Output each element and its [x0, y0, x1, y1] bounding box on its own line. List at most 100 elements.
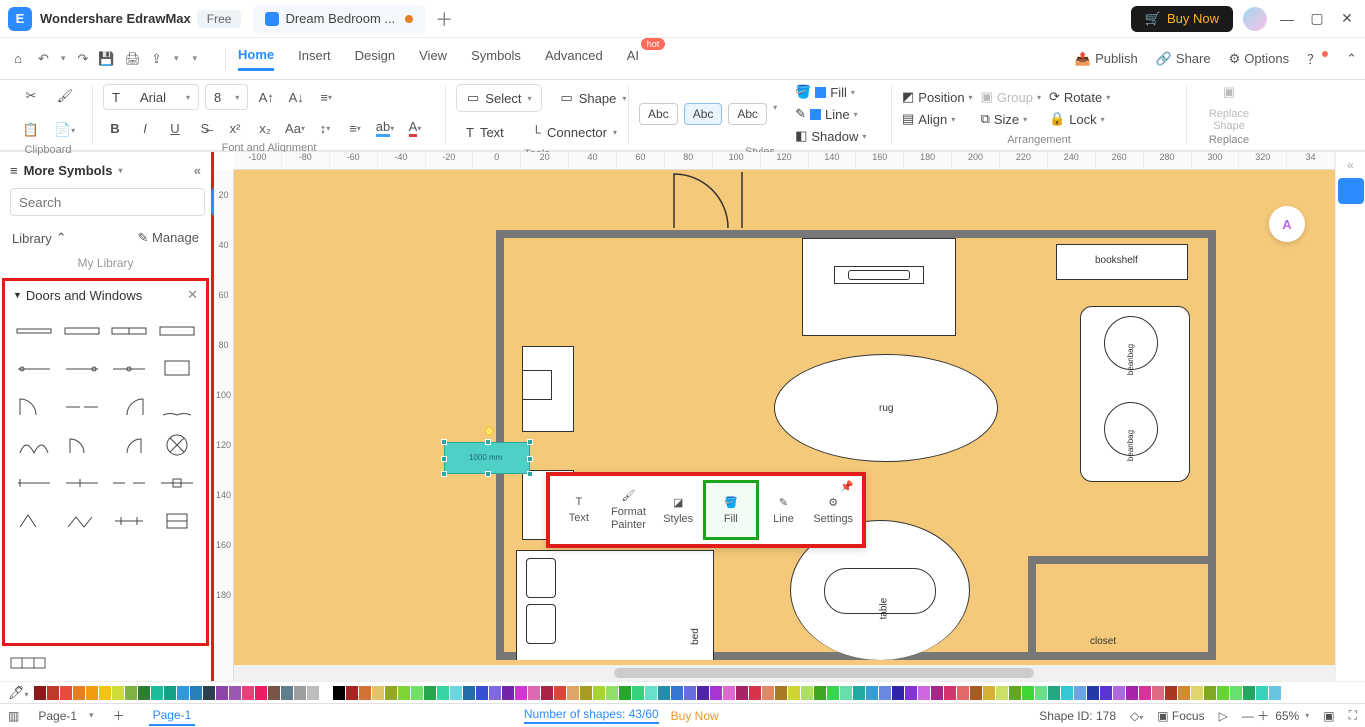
mt-line[interactable]: ✎Line [759, 480, 809, 540]
undo-button[interactable]: ↶ [38, 51, 49, 67]
color-swatch[interactable] [827, 686, 839, 700]
color-swatch[interactable] [1035, 686, 1047, 700]
fit-button[interactable]: ▣ [1323, 709, 1334, 723]
color-swatch[interactable] [775, 686, 787, 700]
color-swatch[interactable] [463, 686, 475, 700]
select-tool[interactable]: ▭ Select ▾ [456, 84, 542, 112]
manage-library[interactable]: ✎ Manage [138, 230, 200, 246]
color-swatch[interactable] [580, 686, 592, 700]
color-swatch[interactable] [1204, 686, 1216, 700]
mt-styles[interactable]: ◪Styles [653, 480, 703, 540]
symbol-item[interactable] [156, 391, 198, 423]
color-swatch[interactable] [398, 686, 410, 700]
bold-button[interactable]: B [103, 116, 127, 140]
color-swatch[interactable] [164, 686, 176, 700]
color-swatch[interactable] [489, 686, 501, 700]
color-swatch[interactable] [255, 686, 267, 700]
color-swatch[interactable] [1178, 686, 1190, 700]
bullets-button[interactable]: ≡▾ [343, 116, 367, 140]
minimize-button[interactable]: — [1277, 11, 1297, 27]
symbol-item[interactable] [13, 429, 55, 461]
color-swatch[interactable] [216, 686, 228, 700]
style-preset-1[interactable]: Abc [639, 103, 678, 125]
color-swatch[interactable] [1269, 686, 1281, 700]
print-button[interactable]: 🖨 [125, 51, 142, 67]
focus-button[interactable]: ▣ Focus [1157, 709, 1204, 723]
strike-button[interactable]: S̶ [193, 116, 217, 140]
symbol-item[interactable] [13, 391, 55, 423]
mt-text[interactable]: TText [554, 480, 604, 540]
paste-button[interactable]: 📄▾ [53, 118, 77, 142]
color-swatch[interactable] [1243, 686, 1255, 700]
color-swatch[interactable] [723, 686, 735, 700]
menu-ai[interactable]: AI [627, 48, 639, 69]
color-swatch[interactable] [73, 686, 85, 700]
font-family-select[interactable]: T Arial ▾ [103, 84, 199, 110]
color-swatch[interactable] [866, 686, 878, 700]
color-swatch[interactable] [970, 686, 982, 700]
menu-advanced[interactable]: Advanced [545, 48, 603, 69]
highlight-button[interactable]: ab▾ [373, 116, 397, 140]
pin-icon[interactable]: 📌 [840, 480, 854, 493]
layers-button[interactable]: ◇▾ [1130, 709, 1143, 723]
color-swatch[interactable] [34, 686, 46, 700]
color-swatch[interactable] [476, 686, 488, 700]
symbol-item[interactable] [13, 353, 55, 385]
expand-right-panel[interactable]: « [1347, 158, 1354, 172]
color-swatch[interactable] [983, 686, 995, 700]
buy-now-button[interactable]: 🛒 Buy Now [1131, 6, 1233, 32]
color-swatch[interactable] [541, 686, 553, 700]
menu-view[interactable]: View [419, 48, 447, 69]
hamburger-icon[interactable]: ≡ [10, 163, 18, 178]
style-more[interactable]: ▾ [773, 103, 777, 125]
symbol-item[interactable] [109, 429, 151, 461]
cut-button[interactable]: ✂ [19, 84, 43, 108]
page-selector[interactable]: Page-1 ▾ [29, 706, 102, 726]
share-button[interactable]: 🔗 Share [1156, 51, 1211, 67]
color-swatch[interactable] [359, 686, 371, 700]
color-swatch[interactable] [1074, 686, 1086, 700]
color-swatch[interactable] [1009, 686, 1021, 700]
line-dropdown[interactable]: ✎ Line▾ [795, 106, 866, 122]
font-color-button[interactable]: A▾ [403, 116, 427, 140]
my-library[interactable]: My Library [0, 254, 211, 276]
case-button[interactable]: Aa▾ [283, 116, 307, 140]
color-swatch[interactable] [385, 686, 397, 700]
category-title[interactable]: Doors and Windows [26, 288, 142, 303]
subscript-button[interactable]: x₂ [253, 116, 277, 140]
home-icon[interactable]: ⌂ [8, 51, 28, 66]
color-swatch[interactable] [1165, 686, 1177, 700]
color-swatch[interactable] [125, 686, 137, 700]
copy-button[interactable]: 📋 [19, 118, 43, 142]
color-swatch[interactable] [593, 686, 605, 700]
color-swatch[interactable] [294, 686, 306, 700]
color-swatch[interactable] [47, 686, 59, 700]
qa-more[interactable]: ▾ [192, 53, 197, 64]
buy-now-link[interactable]: Buy Now [671, 709, 719, 723]
color-swatch[interactable] [918, 686, 930, 700]
style-preset-2[interactable]: Abc [684, 103, 723, 125]
zoom-controls[interactable]: — ＋ 65% ▾ [1242, 707, 1309, 724]
page-tab[interactable]: Page-1 [149, 706, 196, 726]
symbol-search-input[interactable] [10, 188, 205, 216]
publish-button[interactable]: 📤 Publish [1075, 51, 1138, 67]
shadow-dropdown[interactable]: ◧ Shadow▾ [795, 128, 866, 144]
symbol-item[interactable] [61, 391, 103, 423]
symbol-item[interactable] [13, 315, 55, 347]
color-swatch[interactable] [1061, 686, 1073, 700]
text-tool[interactable]: T Text [456, 118, 514, 146]
color-swatch[interactable] [1152, 686, 1164, 700]
symbol-item[interactable] [156, 429, 198, 461]
symbol-item[interactable] [13, 505, 55, 537]
shape-tool[interactable]: ▭ Shape▾ [550, 84, 636, 112]
canvas-hscrollbar[interactable] [234, 665, 1335, 681]
eyedropper-icon[interactable]: 🖊▾ [8, 685, 29, 701]
color-swatch[interactable] [788, 686, 800, 700]
color-swatch[interactable] [502, 686, 514, 700]
color-swatch[interactable] [1087, 686, 1099, 700]
menu-design[interactable]: Design [355, 48, 395, 69]
color-swatch[interactable] [840, 686, 852, 700]
align-menu[interactable]: ≡▾ [314, 85, 338, 109]
rotate-dropdown[interactable]: ⟳ Rotate▾ [1049, 89, 1110, 105]
symbol-item[interactable] [61, 429, 103, 461]
